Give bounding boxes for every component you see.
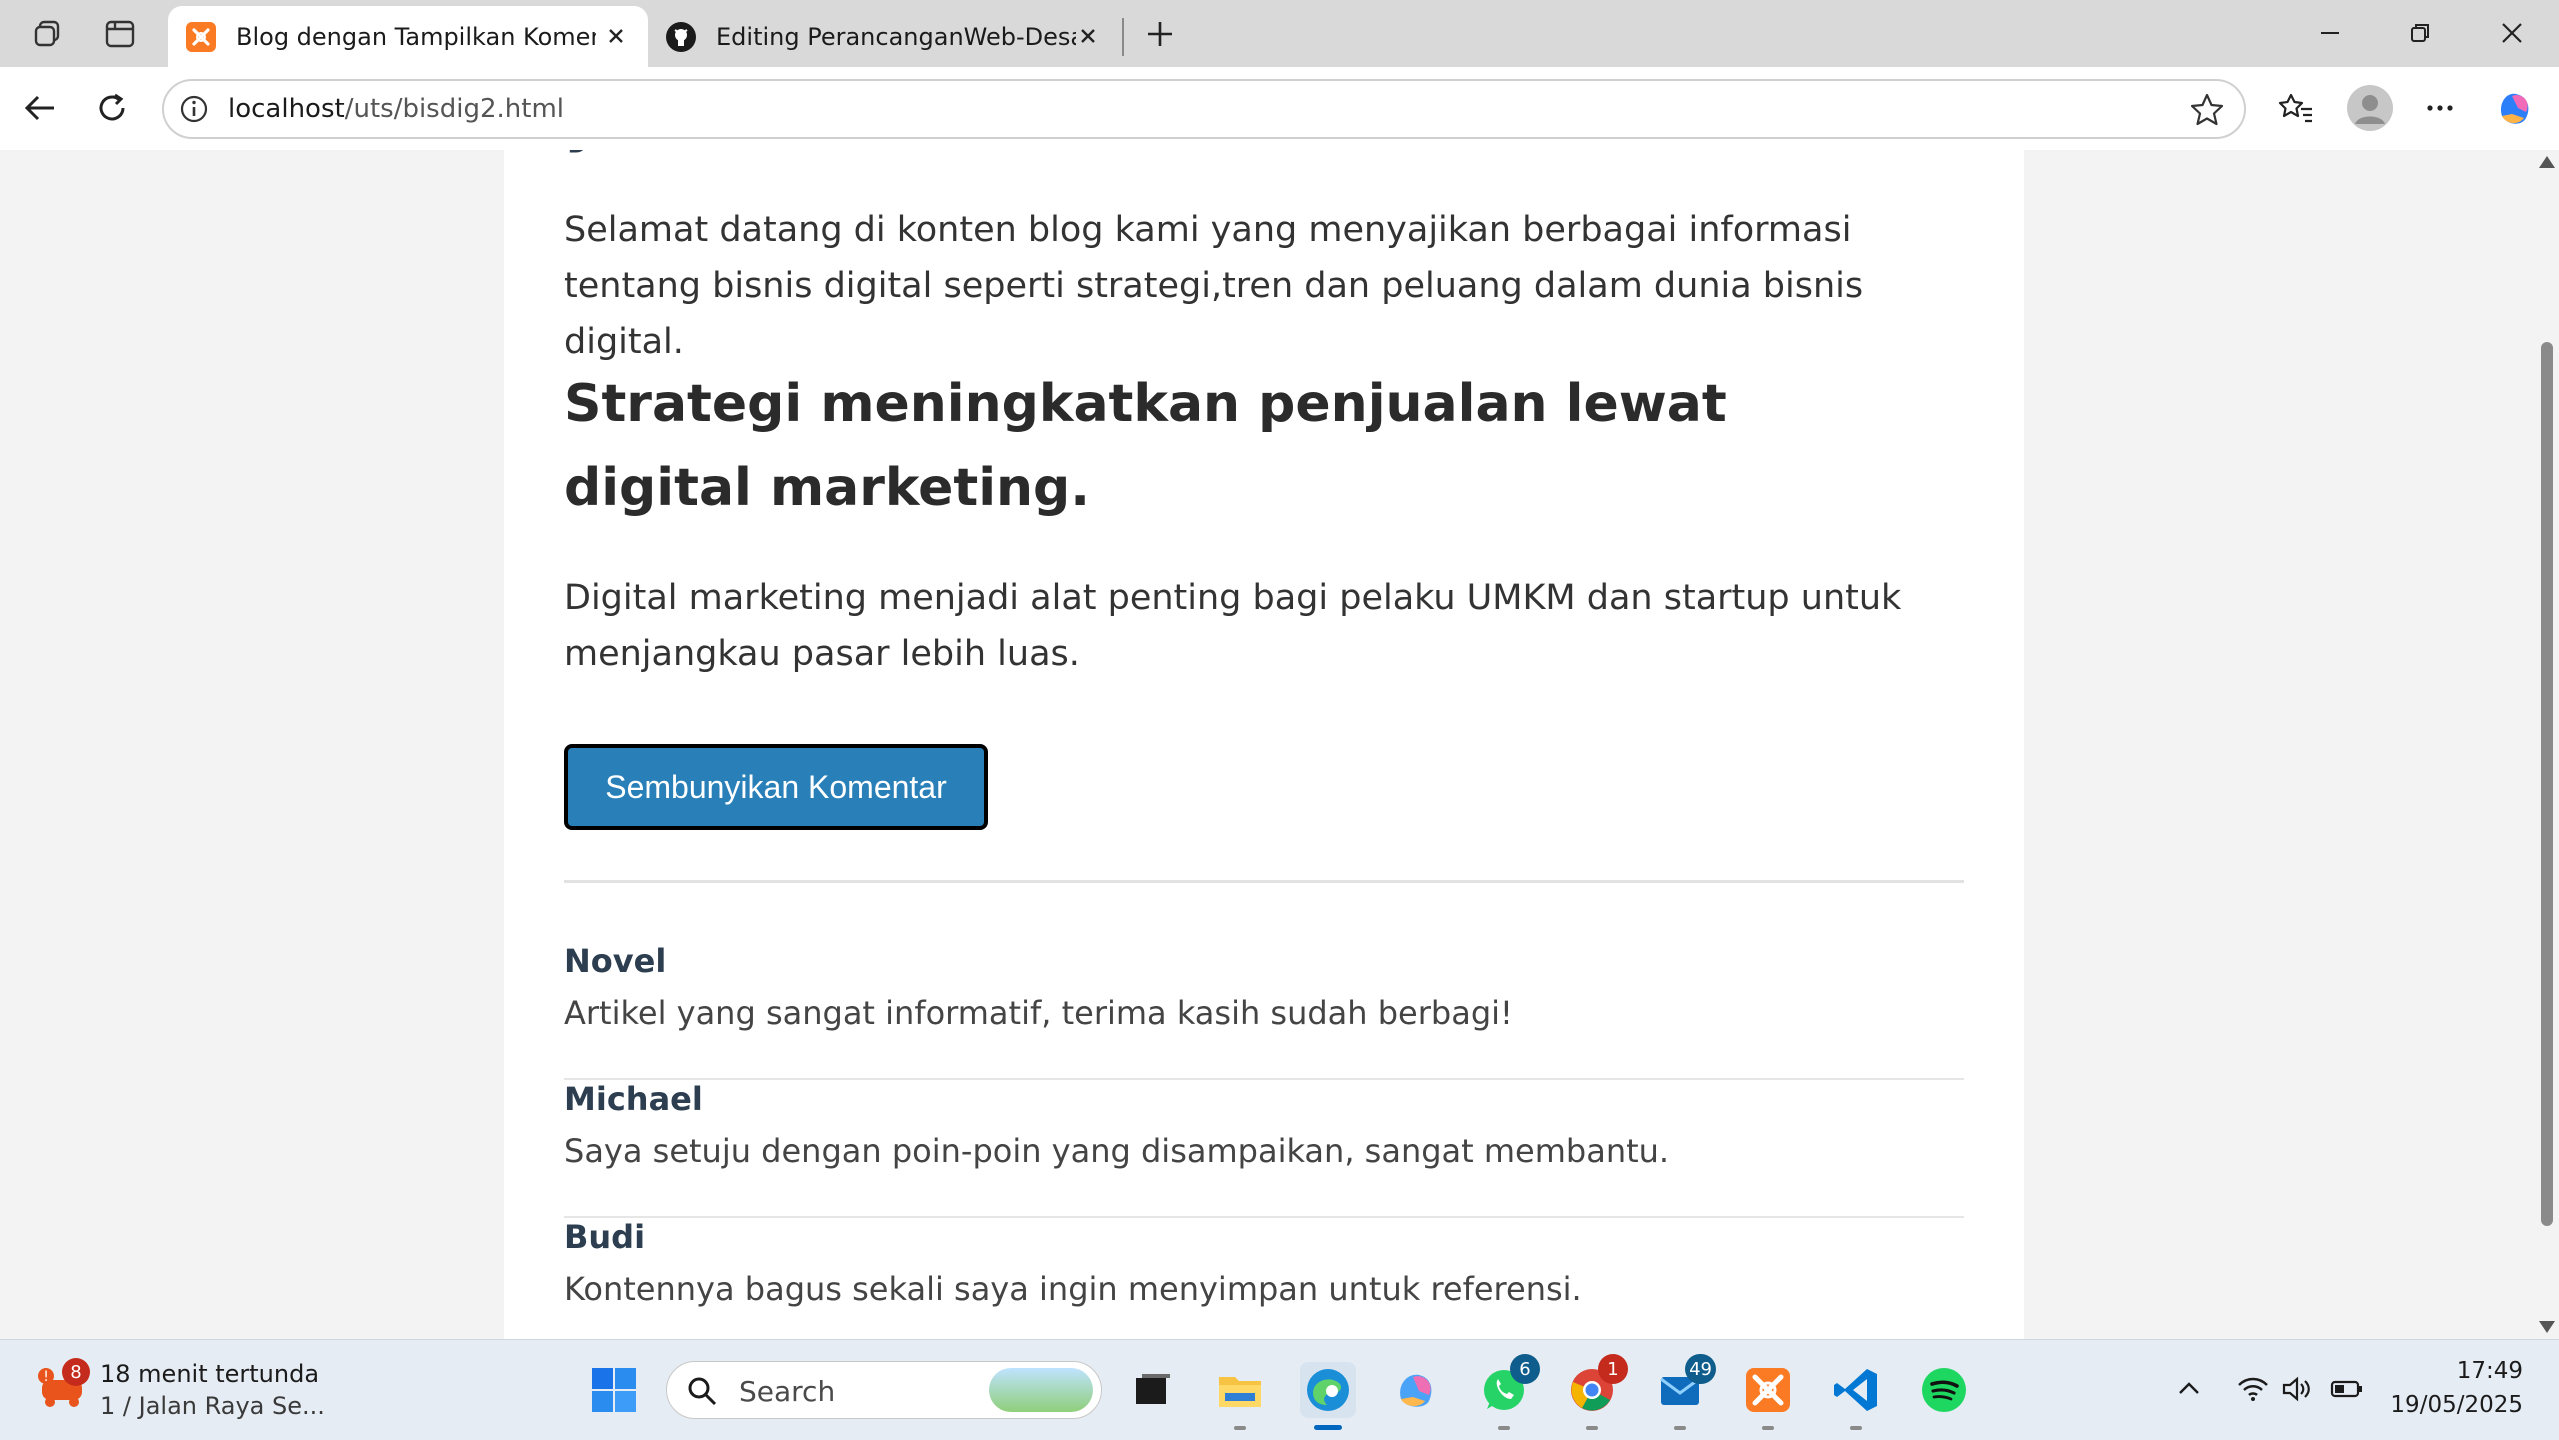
wifi-icon[interactable] bbox=[2236, 1372, 2270, 1406]
widget-title[interactable]: 18 menit tertunda bbox=[100, 1360, 319, 1388]
running-indicator bbox=[1498, 1426, 1510, 1430]
url-path: /uts/bisdig2.html bbox=[344, 94, 564, 124]
taskbar-search[interactable]: Search bbox=[666, 1361, 1102, 1419]
active-indicator bbox=[1314, 1425, 1342, 1430]
whatsapp-badge: 6 bbox=[1510, 1354, 1540, 1384]
comment-text: Saya setuju dengan poin-poin yang disamp… bbox=[564, 1132, 1670, 1170]
address-bar[interactable]: localhost/uts/bisdig2.html bbox=[162, 79, 2246, 139]
file-explorer-icon[interactable] bbox=[1212, 1362, 1268, 1430]
comments-divider bbox=[564, 880, 1964, 883]
tab-separator bbox=[1122, 18, 1124, 56]
tab-title: Editing PerancanganWeb-DesainG bbox=[716, 22, 1076, 51]
search-placeholder: Search bbox=[739, 1375, 836, 1408]
back-icon[interactable] bbox=[18, 86, 62, 130]
close-window-icon[interactable] bbox=[2482, 10, 2542, 56]
address-bar-area: localhost/uts/bisdig2.html bbox=[0, 67, 2559, 150]
page-title-partial: y bbox=[564, 150, 602, 154]
mail-icon[interactable]: 49 bbox=[1652, 1354, 1716, 1430]
tab-title: Blog dengan Tampilkan Komentar bbox=[236, 22, 596, 51]
chrome-icon[interactable]: 1 bbox=[1564, 1354, 1628, 1430]
title-bar: Blog dengan Tampilkan Komentar Editing P… bbox=[0, 0, 2559, 67]
running-indicator bbox=[1586, 1426, 1598, 1430]
comment-item: Novel Artikel yang sangat informatif, te… bbox=[564, 942, 1964, 1080]
vscode-icon[interactable] bbox=[1828, 1362, 1884, 1430]
svg-text:!: ! bbox=[43, 1369, 49, 1385]
xampp-taskbar-icon[interactable] bbox=[1740, 1362, 1796, 1430]
tab-blog[interactable]: Blog dengan Tampilkan Komentar bbox=[168, 6, 648, 67]
minimize-icon[interactable] bbox=[2300, 10, 2360, 56]
comment-author: Budi bbox=[564, 1218, 646, 1256]
intro-paragraph: Selamat datang di konten blog kami yang … bbox=[564, 210, 1864, 362]
edge-browser-icon[interactable] bbox=[1300, 1362, 1356, 1430]
blog-container: y Selamat datang di konten blog kami yan… bbox=[504, 150, 2024, 1339]
taskbar: ! 8 18 menit tertunda 1 / Jalan Raya Se.… bbox=[0, 1339, 2559, 1440]
toggle-comments-button[interactable]: Sembunyikan Komentar bbox=[564, 744, 988, 830]
widget-badge: 8 bbox=[62, 1358, 90, 1386]
running-indicator bbox=[1674, 1426, 1686, 1430]
windows-start-icon[interactable] bbox=[586, 1362, 642, 1418]
page-viewport[interactable]: y Selamat datang di konten blog kami yan… bbox=[0, 150, 2559, 1339]
widget-subtitle[interactable]: 1 / Jalan Raya Se... bbox=[100, 1392, 325, 1420]
comment-item: Michael Saya setuju dengan poin-poin yan… bbox=[564, 1080, 1964, 1218]
comment-text: Kontennya bagus sekali saya ingin menyim… bbox=[564, 1270, 1582, 1308]
clock-date[interactable]: 19/05/2025 bbox=[2390, 1392, 2523, 1418]
close-tab-icon[interactable] bbox=[1072, 20, 1104, 52]
whatsapp-icon[interactable]: 6 bbox=[1476, 1354, 1540, 1430]
spotify-icon[interactable] bbox=[1916, 1362, 1972, 1418]
comment-author: Michael bbox=[564, 1080, 703, 1118]
refresh-icon[interactable] bbox=[90, 86, 134, 130]
comment-author: Novel bbox=[564, 942, 667, 980]
running-indicator bbox=[1234, 1426, 1246, 1430]
scroll-down-arrow-icon[interactable] bbox=[2539, 1321, 2555, 1333]
vertical-scrollbar[interactable] bbox=[2535, 150, 2559, 1339]
search-highlight-image bbox=[989, 1368, 1093, 1412]
scrollbar-thumb[interactable] bbox=[2541, 342, 2553, 1226]
article-paragraph: Digital marketing menjadi alat penting b… bbox=[564, 578, 1902, 674]
url-text: localhost/uts/bisdig2.html bbox=[228, 94, 564, 124]
restore-icon[interactable] bbox=[2390, 10, 2450, 56]
github-icon bbox=[666, 21, 696, 52]
clock-time[interactable]: 17:49 bbox=[2457, 1358, 2523, 1384]
article-heading: Strategi meningkatkan penjualan lewat di… bbox=[564, 374, 1727, 518]
task-view-icon[interactable] bbox=[1124, 1362, 1180, 1418]
volume-icon[interactable] bbox=[2280, 1372, 2314, 1406]
running-indicator bbox=[1850, 1426, 1862, 1430]
xampp-icon bbox=[186, 21, 216, 52]
comment-text: Artikel yang sangat informatif, terima k… bbox=[564, 994, 1513, 1032]
show-hidden-icons-chevron-icon[interactable] bbox=[2172, 1372, 2206, 1406]
favorites-icon[interactable] bbox=[2274, 86, 2318, 130]
battery-icon[interactable] bbox=[2330, 1372, 2364, 1406]
copilot-icon[interactable] bbox=[2490, 84, 2538, 132]
more-menu-icon[interactable] bbox=[2418, 86, 2462, 130]
site-info-icon[interactable] bbox=[178, 93, 210, 125]
tab-github[interactable]: Editing PerancanganWeb-DesainG bbox=[648, 6, 1120, 67]
chrome-badge: 1 bbox=[1598, 1354, 1628, 1384]
scroll-up-arrow-icon[interactable] bbox=[2539, 156, 2555, 168]
search-icon bbox=[687, 1376, 717, 1406]
tab-actions-icon[interactable] bbox=[100, 14, 140, 54]
profile-avatar[interactable] bbox=[2344, 82, 2396, 134]
comment-item: Budi Kontennya bagus sekali saya ingin m… bbox=[564, 1218, 1964, 1339]
running-indicator bbox=[1762, 1426, 1774, 1430]
close-tab-icon[interactable] bbox=[600, 20, 632, 52]
copilot-app-icon[interactable] bbox=[1388, 1362, 1444, 1418]
url-host: localhost bbox=[228, 94, 345, 124]
workspaces-icon[interactable] bbox=[28, 14, 68, 54]
new-tab-icon[interactable] bbox=[1140, 14, 1180, 54]
mail-badge: 49 bbox=[1685, 1354, 1716, 1384]
favorite-star-icon[interactable] bbox=[2188, 91, 2226, 129]
